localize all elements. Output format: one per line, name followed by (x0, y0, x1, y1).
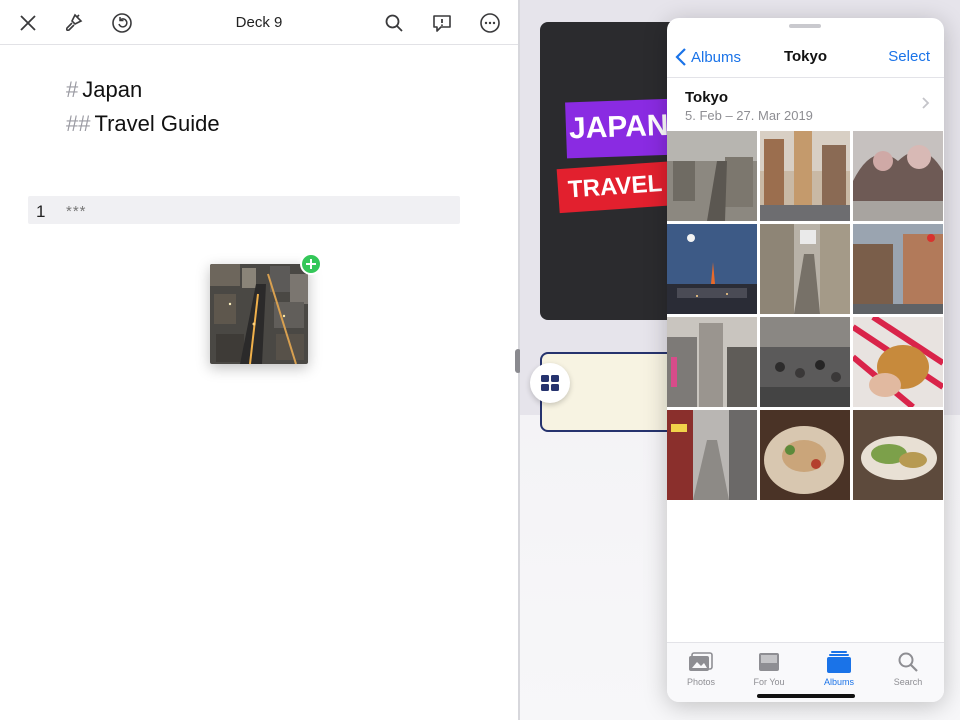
heading-1-marker: # (66, 77, 79, 102)
photo-thumbnail[interactable] (760, 224, 850, 314)
heading-2-marker: ## (66, 111, 91, 136)
grid-view-icon[interactable] (530, 363, 570, 403)
photo-thumbnail[interactable] (760, 410, 850, 500)
more-icon[interactable] (477, 10, 503, 36)
chevron-right-icon (922, 97, 930, 109)
photo-thumbnail[interactable] (667, 224, 757, 314)
photos-icon (689, 652, 713, 671)
editor-pane: Deck 9 # Japan ## Travel Guide 1 *** (0, 0, 518, 720)
slide-separator: *** (66, 203, 87, 220)
photo-thumbnail[interactable] (667, 410, 757, 500)
search-icon[interactable] (381, 10, 407, 36)
photo-thumbnail[interactable] (760, 317, 850, 407)
tab-search[interactable]: Search (878, 649, 938, 687)
photo-thumbnail[interactable] (667, 131, 757, 221)
photo-thumbnail[interactable] (853, 131, 943, 221)
photos-tab-bar: Photos For You Albums Search (667, 642, 944, 702)
editor-toolbar: Deck 9 (0, 0, 518, 45)
photo-thumbnail[interactable] (853, 224, 943, 314)
photos-nav-bar: Albums Tokyo Select (667, 34, 944, 78)
tab-photos[interactable]: Photos (671, 649, 731, 687)
photo-thumbnail[interactable] (667, 317, 757, 407)
tab-albums[interactable]: Albums (809, 649, 869, 687)
heading-1-text: Japan (82, 77, 143, 102)
heading-2-line[interactable]: ## Travel Guide (66, 111, 220, 137)
tab-search-label: Search (893, 677, 923, 687)
album-date-range: 5. Feb – 27. Mar 2019 (685, 108, 813, 123)
slide-separator-row[interactable]: 1 *** (28, 196, 460, 224)
album-name: Tokyo (685, 89, 729, 106)
home-indicator (757, 694, 855, 698)
app-root: Deck 9 # Japan ## Travel Guide 1 *** JAP… (0, 0, 960, 720)
heading-2-text: Travel Guide (94, 111, 220, 136)
photos-slide-over: Albums Tokyo Select Tokyo 5. Feb – 27. M… (667, 18, 944, 702)
albums-icon (827, 651, 851, 673)
heading-1-line[interactable]: # Japan (66, 77, 142, 103)
tab-photos-label: Photos (686, 677, 716, 687)
select-button[interactable]: Select (888, 48, 930, 65)
for-you-icon (759, 653, 779, 671)
slide-number: 1 (36, 202, 46, 221)
search-icon (898, 652, 918, 672)
photo-thumbnail[interactable] (853, 410, 943, 500)
photo-thumbnail[interactable] (853, 317, 943, 407)
dragged-photo-thumbnail[interactable] (210, 264, 308, 364)
add-badge-icon (300, 253, 322, 275)
tab-for-you[interactable]: For You (739, 649, 799, 687)
album-header[interactable]: Tokyo 5. Feb – 27. Mar 2019 (667, 78, 944, 130)
tab-for-you-label: For You (753, 677, 785, 687)
slide-over-grabber[interactable] (789, 24, 821, 28)
photo-thumbnail[interactable] (760, 131, 850, 221)
tab-albums-label: Albums (823, 677, 854, 687)
feedback-icon[interactable] (429, 10, 455, 36)
